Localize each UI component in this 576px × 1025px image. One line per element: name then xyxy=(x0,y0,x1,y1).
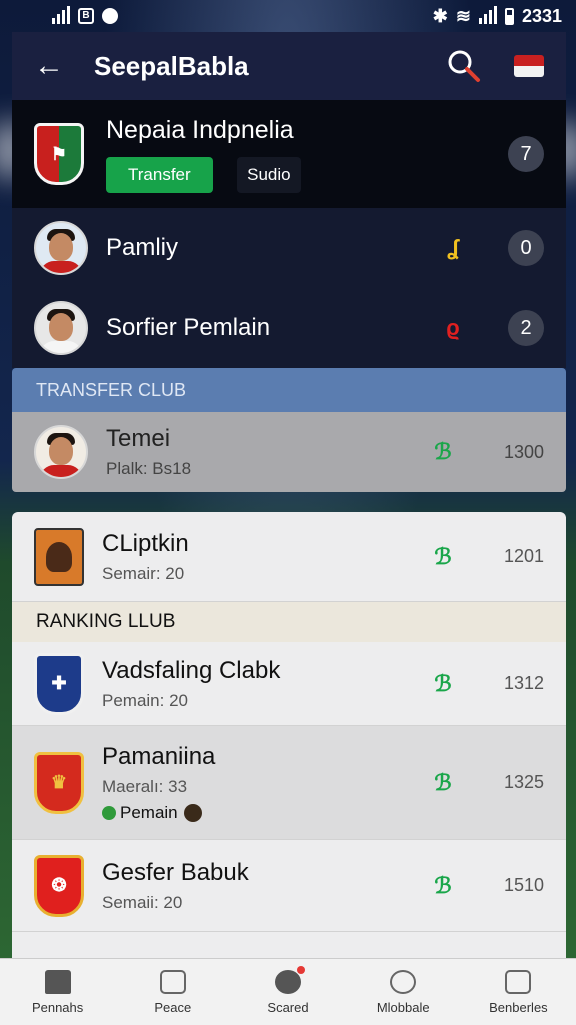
featured-count-badge[interactable]: 7 xyxy=(508,136,544,172)
player-name: Sorfier Pemlain xyxy=(106,314,271,341)
trend-icon: ℬ xyxy=(434,872,452,898)
nav-item-chat[interactable]: Scared xyxy=(230,959,345,1025)
signal-icon xyxy=(52,6,70,24)
transfer-club-list: Temei Plalk: Bs18 ℬ 1300 xyxy=(12,412,566,492)
battery-icon xyxy=(504,7,514,25)
nav-label: Benberles xyxy=(489,999,548,1015)
count-badge[interactable]: 0 xyxy=(508,230,544,266)
badge-label: Pemain xyxy=(120,802,178,822)
status-time: 2331 xyxy=(521,5,562,26)
club-crest-icon: ❂ xyxy=(34,854,84,917)
club-name: Vadsfaling Clabk xyxy=(102,656,281,684)
nav-item-home[interactable]: Pennahs xyxy=(0,959,115,1025)
club-crest-icon: ✚ xyxy=(34,652,84,715)
badge-avatar-icon xyxy=(183,803,202,822)
club-crest-icon: ⚑ xyxy=(34,123,84,185)
section-header-ranking: RANKING LLUB xyxy=(12,602,566,642)
flag-icon[interactable] xyxy=(514,55,544,77)
featured-club-card: ⚑ Nepaia Indpnelia Transfer Sudio 7 xyxy=(12,100,566,208)
nav-item-clipboard[interactable]: Benberles xyxy=(461,959,576,1025)
studio-button[interactable]: Sudio xyxy=(237,156,301,193)
player-name: Pamliy xyxy=(106,234,179,261)
trend-icon: ℬ xyxy=(434,769,452,795)
nav-label: Scared xyxy=(267,999,309,1015)
status-bar: B ✱ ≋ 2331 xyxy=(0,0,576,32)
club-score: 1300 xyxy=(503,441,544,462)
chat-icon xyxy=(275,965,305,994)
clipboard-icon xyxy=(505,969,532,994)
count-badge[interactable]: 2 xyxy=(508,310,544,346)
player-badge: Pemain xyxy=(102,803,428,823)
club-subtitle: Maeralı: 33 xyxy=(102,776,188,796)
list-item[interactable]: Pamliy ʆ 0 xyxy=(12,208,566,288)
badge-dot-icon xyxy=(102,805,116,820)
search-icon[interactable] xyxy=(446,48,482,84)
trend-icon: ϱ xyxy=(446,315,460,340)
club-crest-icon xyxy=(34,527,84,586)
compass-icon xyxy=(390,969,417,994)
list-item[interactable]: CLiptkin Semair: 20 ℬ 1201 xyxy=(12,512,566,602)
nav-label: Pennahs xyxy=(31,999,84,1015)
club-subtitle: Plalk: Bs18 xyxy=(106,459,192,478)
trend-icon: ℬ xyxy=(434,439,452,464)
club-name: Pamaniina xyxy=(102,742,216,770)
signal-strength-icon xyxy=(478,6,497,24)
app-notification-icon xyxy=(102,8,118,24)
avatar xyxy=(34,425,88,479)
list-item[interactable]: Temei Plalk: Bs18 ℬ 1300 xyxy=(12,412,566,492)
avatar xyxy=(34,301,88,355)
wifi-icon: ≋ xyxy=(455,5,471,26)
club-subtitle: Semaii: 20 xyxy=(102,892,183,912)
club-name: Gesfer Babuk xyxy=(102,858,249,886)
avatar xyxy=(34,221,88,275)
bluetooth-icon: ✱ xyxy=(432,5,448,26)
club-name: Temei xyxy=(106,425,171,452)
featured-club-name: Nepaia Indpnelia xyxy=(106,115,294,144)
club-subtitle: Semair: 20 xyxy=(102,563,185,583)
player-list: Pamliy ʆ 0 Sorfier Pemlain ϱ 2 xyxy=(12,208,566,368)
calendar-icon xyxy=(159,969,186,994)
list-item[interactable]: ✚ Vadsfaling Clabk Pemain: 20 ℬ 1312 xyxy=(12,642,566,726)
section-header-transfer: TRANSFER CLUB xyxy=(12,368,566,412)
club-score: 1510 xyxy=(503,875,544,895)
back-arrow-icon[interactable]: ← xyxy=(34,49,64,83)
trend-icon: ℬ xyxy=(434,543,452,569)
app-header: ← SeepalBabla xyxy=(12,32,566,100)
list-item[interactable]: Sorfier Pemlain ϱ 2 xyxy=(12,288,566,368)
page-title: SeepalBabla xyxy=(94,50,249,81)
notification-icon: B xyxy=(78,8,94,24)
trend-icon: ℬ xyxy=(434,670,452,696)
club-score: 1325 xyxy=(503,772,544,792)
club-score: 1201 xyxy=(503,546,544,566)
club-crest-icon: ♛ xyxy=(34,751,84,814)
notification-dot xyxy=(297,965,305,974)
ranking-list: CLiptkin Semair: 20 ℬ 1201 RANKING LLUB … xyxy=(12,512,566,960)
club-name: CLiptkin xyxy=(102,529,189,557)
trend-icon: ʆ xyxy=(447,235,459,260)
list-item[interactable]: ♛ Pamaniina Maeralı: 33 Pemain ℬ 1325 xyxy=(12,726,566,840)
nav-item-compass[interactable]: Mlobbale xyxy=(346,959,461,1025)
nav-item-calendar[interactable]: Peace xyxy=(115,959,230,1025)
list-item[interactable]: ❂ Gesfer Babuk Semaii: 20 ℬ 1510 xyxy=(12,840,566,932)
home-icon xyxy=(44,969,71,994)
club-subtitle: Pemain: 20 xyxy=(102,690,188,710)
bottom-navigation: Pennahs Peace Scared Mlobbale Benberles xyxy=(0,958,576,1025)
nav-label: Mlobbale xyxy=(376,999,430,1015)
transfer-button[interactable]: Transfer xyxy=(106,156,213,193)
club-score: 1312 xyxy=(503,673,544,693)
nav-label: Peace xyxy=(154,999,192,1015)
